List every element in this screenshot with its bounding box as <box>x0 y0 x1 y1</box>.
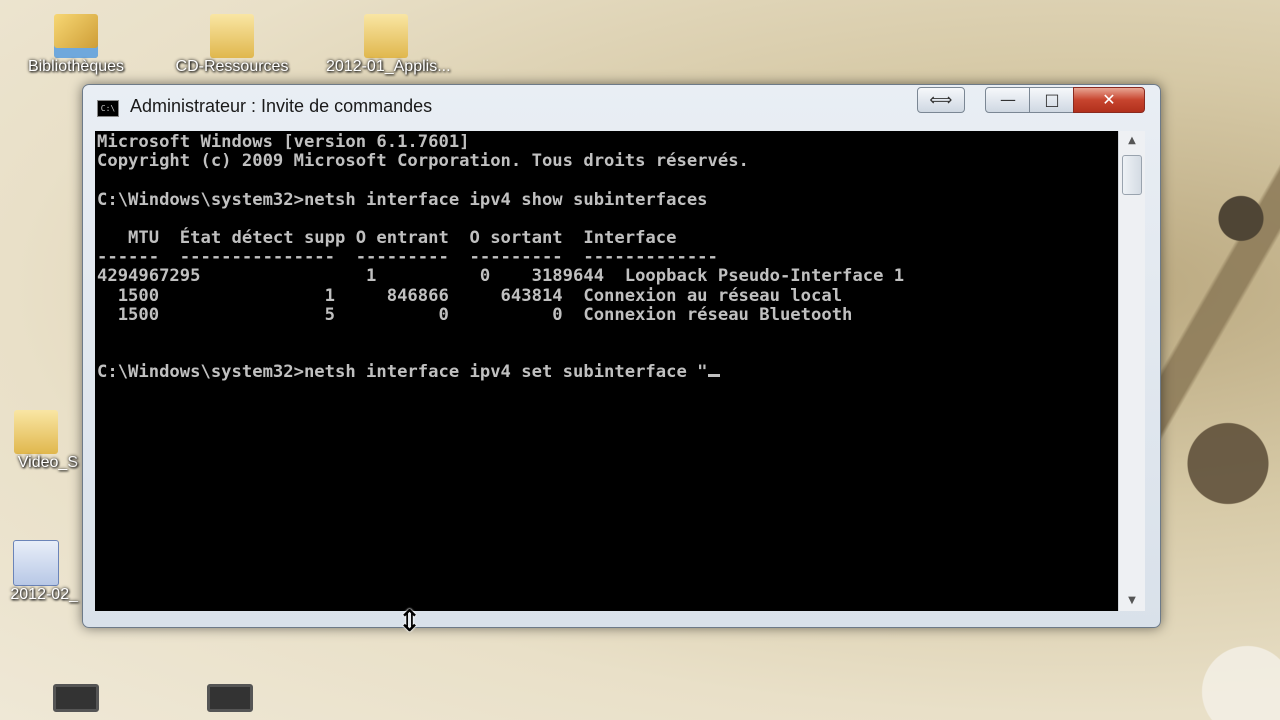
console-text: Microsoft Windows [version 6.1.7601] Cop… <box>95 131 1118 383</box>
console-line: 1500 1 846866 643814 Connexion au réseau… <box>97 285 843 306</box>
desktop-icon-label: CD-Ressources <box>175 58 289 75</box>
desktop-icon-label: Bibliothèques <box>27 58 125 75</box>
console-line: Microsoft Windows [version 6.1.7601] <box>97 132 470 152</box>
scroll-up-arrow-icon[interactable]: ▲ <box>1119 131 1145 151</box>
desktop-icon-video-file-1[interactable] <box>16 684 136 712</box>
folder-icon <box>14 410 58 454</box>
console-line: 1500 5 0 0 Connexion réseau Bluetooth <box>97 304 853 325</box>
desktop-icon-label: 2012-01_Applis... <box>326 58 451 75</box>
libraries-icon <box>54 14 98 58</box>
console-line: 4294967295 1 0 3189644 Loopback Pseudo-I… <box>97 266 905 287</box>
desktop-icon-libraries[interactable]: Bibliothèques <box>16 14 136 76</box>
desktop-icon-video-file-2[interactable] <box>170 684 290 712</box>
minimize-button[interactable]: — <box>985 87 1031 113</box>
console-input-line[interactable]: C:\Windows\system32>netsh interface ipv4… <box>97 362 708 382</box>
console-line: ------ --------------- --------- -------… <box>97 247 718 268</box>
text-cursor <box>707 374 720 378</box>
command-prompt-window[interactable]: C:\ Administrateur : Invite de commandes… <box>82 84 1161 628</box>
console-line: C:\Windows\system32>netsh interface ipv4… <box>97 189 708 210</box>
console-output[interactable]: Microsoft Windows [version 6.1.7601] Cop… <box>95 131 1118 611</box>
word-document-icon <box>13 540 59 586</box>
desktop-wallpaper-art <box>1150 150 1280 720</box>
resize-toggle-button[interactable]: ⟺ <box>917 87 965 113</box>
scrollbar-thumb[interactable] <box>1122 155 1142 195</box>
video-file-icon <box>53 684 99 712</box>
window-title: Administrateur : Invite de commandes <box>130 96 433 116</box>
console-line: Copyright (c) 2009 Microsoft Corporation… <box>97 151 749 172</box>
video-file-icon <box>207 684 253 712</box>
vertical-scrollbar[interactable]: ▲ ▼ <box>1118 131 1145 611</box>
title-bar[interactable]: C:\ Administrateur : Invite de commandes… <box>83 85 1160 129</box>
close-button[interactable]: ✕ <box>1073 87 1145 113</box>
console-line: MTU État détect supp O entrant O sortant… <box>97 228 677 249</box>
maximize-button[interactable]: □ <box>1029 87 1075 113</box>
desktop-icon-applis[interactable]: 2012-01_Applis... <box>326 14 451 76</box>
folder-icon <box>210 14 254 58</box>
scroll-down-arrow-icon[interactable]: ▼ <box>1119 591 1145 611</box>
folder-icon <box>364 14 408 58</box>
cmd-icon[interactable]: C:\ <box>97 100 119 117</box>
vertical-resize-cursor-icon: ⇕ <box>397 604 423 639</box>
desktop-icon-cd-ressources[interactable]: CD-Ressources <box>172 14 292 76</box>
